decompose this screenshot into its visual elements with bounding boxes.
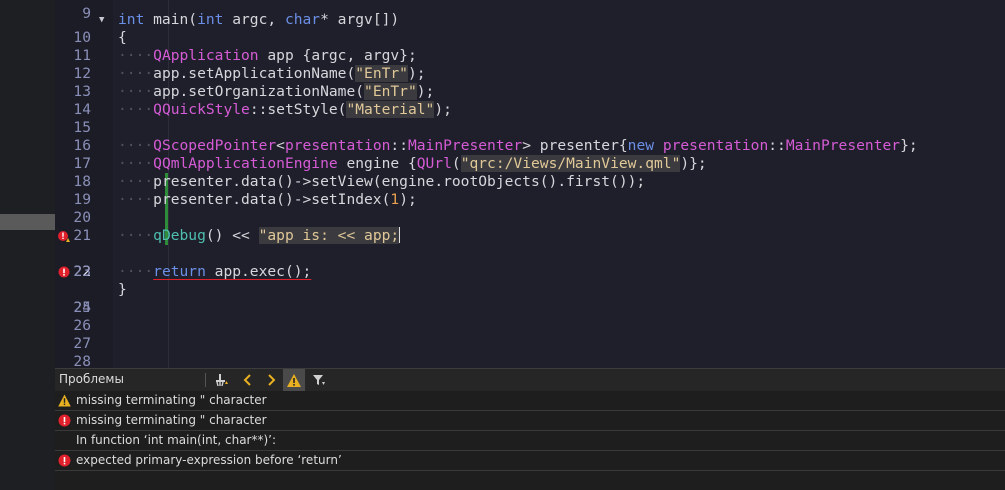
code-line: 13 ····app.setApplicationName("EnTr"); bbox=[55, 65, 1005, 100]
code-line: 14 ····app.setOrganizationName("EnTr"); bbox=[55, 83, 1005, 118]
issues-list[interactable]: missing terminating " character missing … bbox=[55, 391, 1005, 490]
code-line: 19 ····presenter.data()->setView(engine.… bbox=[55, 173, 1005, 208]
issue-text: expected primary-expression before ‘retu… bbox=[76, 453, 342, 467]
code-line: 17 ····QScopedPointer<presentation::Main… bbox=[55, 137, 1005, 172]
code-line: 26 bbox=[55, 299, 1005, 334]
previous-icon[interactable] bbox=[237, 369, 259, 391]
side-highlight bbox=[0, 214, 55, 230]
issue-text: missing terminating " character bbox=[76, 393, 267, 407]
error-warning-marker-icon[interactable] bbox=[58, 230, 70, 242]
toolbar-separator bbox=[205, 373, 206, 387]
warning-icon bbox=[58, 394, 71, 407]
code-line: 18 ····QQmlApplicationEngine engine {QUr… bbox=[55, 155, 1005, 190]
code-line: 11 { bbox=[55, 29, 1005, 64]
code-line: 12 ····QApplication app {argc, argv}; bbox=[55, 47, 1005, 82]
code-line: 23 bbox=[55, 245, 1005, 280]
code-line: 15 ····QQuickStyle::setStyle("Material")… bbox=[55, 101, 1005, 136]
warnings-filter-icon[interactable] bbox=[283, 369, 305, 391]
text-caret bbox=[399, 227, 401, 243]
code-line: 25 } bbox=[55, 281, 1005, 316]
left-side-strip bbox=[0, 0, 55, 368]
error-icon bbox=[58, 414, 71, 427]
diff-marker bbox=[165, 209, 168, 227]
code-line: 27 bbox=[55, 317, 1005, 352]
panel-title: Проблемы bbox=[59, 372, 124, 386]
code-line: 21 bbox=[55, 209, 1005, 244]
code-line-current: 22 ····qDebug() << "app is: << app; bbox=[55, 227, 1005, 280]
issue-row[interactable]: missing terminating " character bbox=[55, 391, 1005, 411]
error-icon bbox=[58, 454, 71, 467]
clean-icon[interactable] bbox=[211, 369, 233, 391]
issue-text: In function ‘int main(int, char**)’: bbox=[76, 433, 277, 447]
issue-row[interactable]: In function ‘int main(int, char**)’: bbox=[55, 431, 1005, 451]
code-line: 16 bbox=[55, 119, 1005, 154]
code-line: 24 ····return app.exec(); bbox=[55, 263, 1005, 316]
code-line: 10 ▼ int main(int argc, char* argv[]) bbox=[55, 11, 1005, 46]
issue-row[interactable]: expected primary-expression before ‘retu… bbox=[55, 451, 1005, 471]
code-line: 29 bbox=[55, 353, 1005, 368]
filter-icon[interactable] bbox=[308, 369, 330, 391]
code-line: 9 bbox=[55, 0, 1005, 22]
issues-panel-header: Проблемы bbox=[55, 368, 1005, 391]
code-editor[interactable]: 9 10 ▼ int main(int argc, char* argv[]) … bbox=[55, 0, 1005, 368]
code-line: 28 bbox=[55, 335, 1005, 368]
next-icon[interactable] bbox=[260, 369, 282, 391]
issue-row[interactable]: missing terminating " character bbox=[55, 411, 1005, 431]
issue-text: missing terminating " character bbox=[76, 413, 267, 427]
error-marker-icon[interactable] bbox=[58, 266, 70, 278]
code-line: 20 ····presenter.data()->setIndex(1); bbox=[55, 191, 1005, 226]
fold-arrow-icon[interactable]: ▼ bbox=[99, 11, 104, 29]
